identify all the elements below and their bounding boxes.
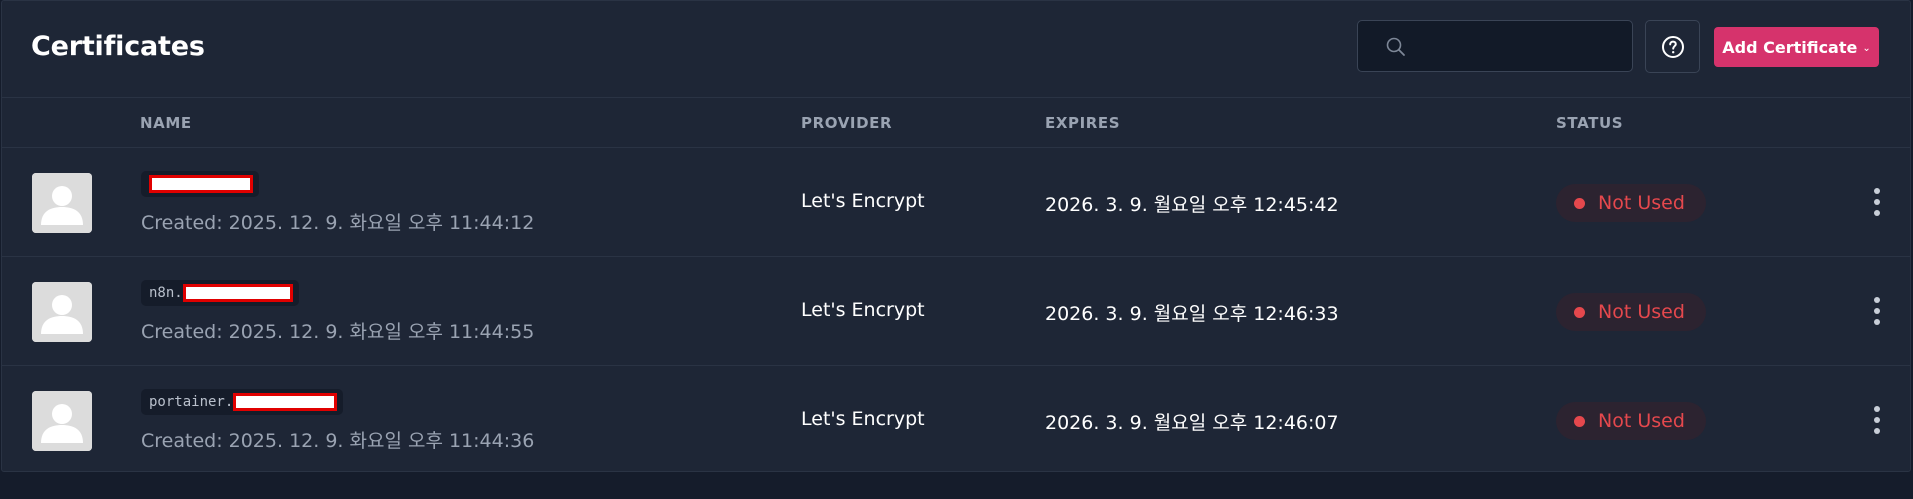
search-icon — [1386, 37, 1405, 56]
status-badge: Not Used — [1556, 402, 1706, 440]
kebab-dot-icon — [1874, 417, 1880, 423]
status-dot-icon — [1574, 197, 1585, 209]
kebab-dot-icon — [1874, 428, 1880, 434]
provider: Let's Encrypt — [801, 408, 925, 430]
row-actions-button[interactable] — [1867, 291, 1887, 331]
kebab-dot-icon — [1874, 210, 1880, 216]
avatar — [32, 282, 92, 342]
status-badge: Not Used — [1556, 293, 1706, 331]
kebab-dot-icon — [1874, 188, 1880, 194]
status-label: Not Used — [1598, 192, 1685, 214]
row-actions-button[interactable] — [1867, 400, 1887, 440]
expires-date: 2026. 3. 9. 월요일 오후 12:45:42 — [1045, 194, 1339, 216]
kebab-dot-icon — [1874, 199, 1880, 205]
redacted-domain — [182, 284, 293, 302]
status-label: Not Used — [1598, 301, 1685, 323]
column-header-name[interactable]: NAME — [140, 114, 192, 132]
page-title: Certificates — [31, 31, 205, 62]
question-circle-icon — [1661, 35, 1684, 58]
certificate-name-prefix: portainer. — [149, 394, 234, 410]
help-button[interactable] — [1645, 20, 1700, 73]
user-placeholder-icon — [32, 173, 92, 233]
card-header: Certificates Add Certificate ⌄ — [2, 1, 1910, 98]
created-date: Created: 2025. 12. 9. 화요일 오후 11:44:55 — [141, 321, 535, 343]
table-row: portainer. Created: 2025. 12. 9. 화요일 오후 … — [2, 366, 1910, 474]
column-header-expires[interactable]: EXPIRES — [1045, 114, 1120, 132]
column-header-provider[interactable]: PROVIDER — [801, 114, 892, 132]
user-placeholder-icon — [32, 391, 92, 451]
kebab-dot-icon — [1874, 319, 1880, 325]
certificate-name[interactable]: portainer. — [141, 389, 344, 415]
table-header: NAME PROVIDER EXPIRES STATUS — [2, 98, 1910, 148]
row-actions-button[interactable] — [1867, 182, 1887, 222]
created-date: Created: 2025. 12. 9. 화요일 오후 11:44:36 — [141, 430, 535, 452]
certificates-card: Certificates Add Certificate ⌄ NAME PROV… — [1, 0, 1911, 472]
expires-date: 2026. 3. 9. 월요일 오후 12:46:07 — [1045, 412, 1339, 434]
add-certificate-button[interactable]: Add Certificate ⌄ — [1714, 27, 1879, 67]
search-input[interactable] — [1418, 31, 1622, 63]
table-row: n8n. Created: 2025. 12. 9. 화요일 오후 11:44:… — [2, 257, 1910, 366]
kebab-dot-icon — [1874, 308, 1880, 314]
status-badge: Not Used — [1556, 184, 1706, 222]
redacted-domain — [233, 393, 338, 411]
certificate-name[interactable]: n8n. — [141, 280, 299, 306]
kebab-dot-icon — [1874, 297, 1880, 303]
kebab-dot-icon — [1874, 406, 1880, 412]
redacted-domain — [149, 175, 253, 193]
provider: Let's Encrypt — [801, 190, 925, 212]
expires-date: 2026. 3. 9. 월요일 오후 12:46:33 — [1045, 303, 1339, 325]
avatar — [32, 173, 92, 233]
avatar — [32, 391, 92, 451]
table-row: Created: 2025. 12. 9. 화요일 오후 11:44:12 Le… — [2, 148, 1910, 257]
status-dot-icon — [1574, 415, 1585, 427]
created-date: Created: 2025. 12. 9. 화요일 오후 11:44:12 — [141, 212, 535, 234]
certificate-name[interactable] — [141, 171, 259, 197]
status-dot-icon — [1574, 306, 1585, 318]
column-header-status[interactable]: STATUS — [1556, 114, 1623, 132]
status-label: Not Used — [1598, 410, 1685, 432]
user-placeholder-icon — [32, 282, 92, 342]
certificate-name-prefix: n8n. — [149, 285, 183, 301]
search-box[interactable] — [1357, 20, 1633, 72]
add-certificate-label: Add Certificate — [1722, 37, 1858, 57]
chevron-down-icon: ⌄ — [1862, 42, 1871, 54]
provider: Let's Encrypt — [801, 299, 925, 321]
